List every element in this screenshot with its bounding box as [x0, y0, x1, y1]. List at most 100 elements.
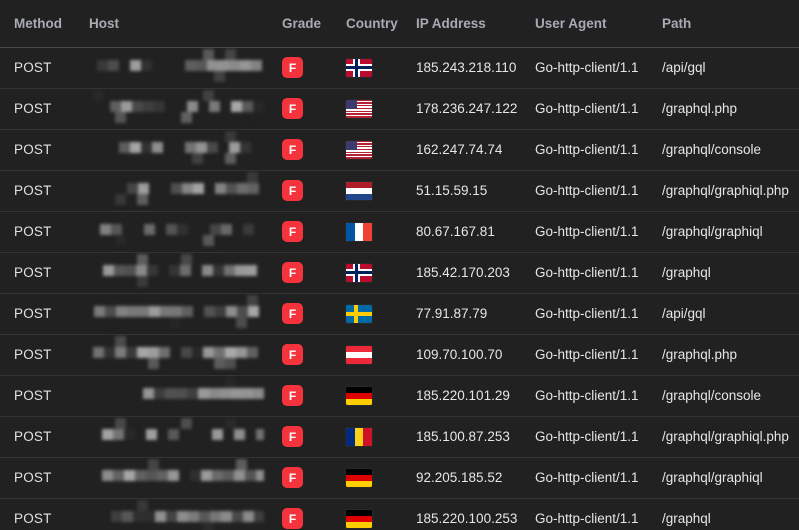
column-header-host[interactable]: Host [82, 0, 275, 48]
table-row[interactable]: POST F 185.42.170.203 Go-http-client/1.1/gr… [0, 252, 799, 294]
cell-method: POST [0, 88, 82, 130]
user-agent-label: Go-http-client/1.1 [535, 429, 639, 444]
cell-host [82, 498, 275, 530]
table-body: POST F 185.243.218.110 Go-http-client/1.1/a… [0, 47, 799, 530]
cell-country [339, 252, 415, 294]
column-header-country[interactable]: Country [339, 0, 415, 48]
table-row[interactable]: POST F 185.100.87.253 Go-http-client/1.1/gr… [0, 416, 799, 458]
table-row[interactable]: POST F 80.67.167.81 Go-http-client/1.1/grap… [0, 211, 799, 253]
table-row[interactable]: POST F 77.91.87.79 Go-http-client/1.1/api/g… [0, 293, 799, 335]
cell-ip-address: 185.220.101.29 [415, 375, 535, 417]
flag-icon-fr [346, 222, 372, 241]
column-header-path[interactable]: Path [662, 0, 799, 48]
cell-method: POST [0, 211, 82, 253]
redacted-host-value [89, 212, 264, 252]
user-agent-label: Go-http-client/1.1 [535, 306, 639, 321]
cell-ip-address: 178.236.247.122 [415, 88, 535, 130]
table-row[interactable]: POST F 185.243.218.110 Go-http-client/1.1/a… [0, 47, 799, 89]
flag-icon-at [346, 345, 372, 364]
cell-method: POST [0, 170, 82, 212]
status-badge: F [282, 385, 303, 406]
column-header-method[interactable]: Method [0, 0, 82, 48]
flag-icon-de [346, 386, 372, 405]
request-log-table: Method Host Grade Country IP Address Use… [0, 0, 799, 530]
path-label: /graphql/console [662, 388, 762, 403]
cell-grade: F [275, 170, 339, 212]
user-agent-label: Go-http-client/1.1 [535, 60, 639, 75]
cell-country [339, 498, 415, 530]
cell-country [339, 88, 415, 130]
column-header-grade[interactable]: Grade [275, 0, 339, 48]
cell-country [339, 129, 415, 171]
ip-address-label: 92.205.185.52 [416, 470, 503, 485]
cell-method: POST [0, 375, 82, 417]
table-row[interactable]: POST F 162.247.74.74 Go-http-client/1.1/gra… [0, 129, 799, 171]
flag-icon-nl [346, 181, 372, 200]
cell-method: POST [0, 47, 82, 89]
table-row[interactable]: POST F 185.220.100.253 Go-http-client/1.1/g… [0, 498, 799, 530]
cell-grade: F [275, 293, 339, 335]
redacted-host-value [89, 417, 264, 457]
cell-country [339, 170, 415, 212]
cell-path: /graphql [662, 498, 799, 530]
table-row[interactable]: POST F 51.15.59.15 Go-http-client/1.1/graph… [0, 170, 799, 212]
method-label: POST [14, 306, 52, 321]
cell-host [82, 416, 275, 458]
column-header-user-agent[interactable]: User Agent [535, 0, 662, 48]
method-label: POST [14, 60, 52, 75]
cell-user-agent: Go-http-client/1.1 [535, 334, 662, 376]
table-row[interactable]: POST F 185.220.101.29 Go-http-client/1.1/gr… [0, 375, 799, 417]
table-row[interactable]: POST F 178.236.247.122 Go-http-client/1.1/g… [0, 88, 799, 130]
cell-host [82, 88, 275, 130]
table-row[interactable]: POST F 92.205.185.52 Go-http-client/1.1/gra… [0, 457, 799, 499]
redacted-host-value [89, 458, 264, 498]
user-agent-label: Go-http-client/1.1 [535, 470, 639, 485]
method-label: POST [14, 429, 52, 444]
status-badge: F [282, 344, 303, 365]
user-agent-label: Go-http-client/1.1 [535, 511, 639, 526]
cell-user-agent: Go-http-client/1.1 [535, 129, 662, 171]
column-header-ip-address[interactable]: IP Address [415, 0, 535, 48]
cell-grade: F [275, 416, 339, 458]
path-label: /graphql [662, 265, 711, 280]
ip-address-label: 185.220.101.29 [416, 388, 510, 403]
cell-ip-address: 185.220.100.253 [415, 498, 535, 530]
cell-ip-address: 51.15.59.15 [415, 170, 535, 212]
ip-address-label: 178.236.247.122 [416, 101, 518, 116]
status-badge: F [282, 221, 303, 242]
ip-address-label: 162.247.74.74 [416, 142, 503, 157]
cell-host [82, 252, 275, 294]
cell-ip-address: 162.247.74.74 [415, 129, 535, 171]
cell-method: POST [0, 416, 82, 458]
cell-host [82, 457, 275, 499]
user-agent-label: Go-http-client/1.1 [535, 142, 639, 157]
status-badge: F [282, 139, 303, 160]
ip-address-label: 185.42.170.203 [416, 265, 510, 280]
cell-country [339, 375, 415, 417]
cell-method: POST [0, 498, 82, 530]
cell-method: POST [0, 457, 82, 499]
cell-grade: F [275, 252, 339, 294]
cell-host [82, 334, 275, 376]
flag-icon-us [346, 99, 372, 118]
cell-path: /graphql/graphiql.php [662, 170, 799, 212]
cell-user-agent: Go-http-client/1.1 [535, 293, 662, 335]
cell-user-agent: Go-http-client/1.1 [535, 416, 662, 458]
table-row[interactable]: POST F 109.70.100.70 Go-http-client/1.1/gra… [0, 334, 799, 376]
path-label: /graphql/graphiql.php [662, 183, 789, 198]
method-label: POST [14, 183, 52, 198]
cell-grade: F [275, 88, 339, 130]
cell-grade: F [275, 129, 339, 171]
user-agent-label: Go-http-client/1.1 [535, 347, 639, 362]
request-log-table-container: Method Host Grade Country IP Address Use… [0, 0, 799, 530]
redacted-host-value [89, 294, 264, 334]
cell-user-agent: Go-http-client/1.1 [535, 498, 662, 530]
flag-icon-ro [346, 427, 372, 446]
flag-icon-de [346, 468, 372, 487]
redacted-host-value [89, 89, 264, 129]
redacted-host-value [89, 48, 264, 88]
cell-country [339, 293, 415, 335]
path-label: /graphql/graphiql [662, 224, 763, 239]
cell-path: /graphql.php [662, 334, 799, 376]
cell-host [82, 170, 275, 212]
